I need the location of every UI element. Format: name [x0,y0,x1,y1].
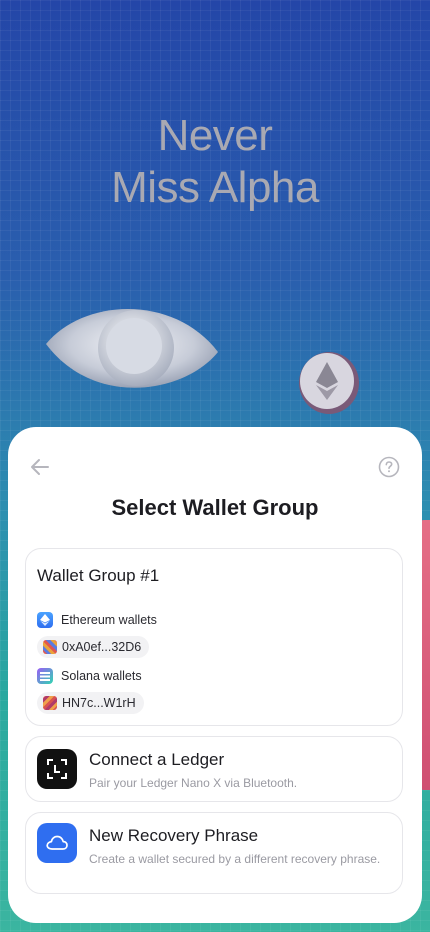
ethereum-wallets-row: Ethereum wallets [37,612,157,628]
cloud-icon-tile [37,823,77,863]
ledger-icon-tile [37,749,77,789]
select-wallet-sheet: Select Wallet Group Wallet Group #1 Ethe… [8,427,422,923]
question-circle-icon [378,456,400,478]
sheet-title: Select Wallet Group [111,495,319,520]
solana-address-pill: HN7c...W1rH [37,692,144,714]
hero-line-2: Miss Alpha [111,163,319,212]
hero-title: Never Miss Alpha [0,110,430,214]
connect-ledger-description: Pair your Ledger Nano X via Bluetooth. [89,776,298,790]
wallet-group-name: Wallet Group #1 [37,566,160,585]
help-button[interactable] [378,456,400,478]
ethereum-icon [37,612,53,628]
ethereum-address: 0xA0ef...32D6 [62,640,142,654]
solana-wallets-label: Solana wallets [61,669,142,683]
solana-address: HN7c...W1rH [62,696,136,710]
hero-line-1: Never [157,111,273,160]
solana-wallets-row: Solana wallets [37,668,142,684]
solana-icon [37,668,53,684]
wallet-avatar [43,696,57,710]
wallet-group-card[interactable]: Wallet Group #1 Ethereum wallets 0xA0ef.… [25,548,403,726]
new-recovery-phrase-title: New Recovery Phrase [89,826,259,845]
eye-illustration [46,308,218,388]
ledger-icon [47,759,67,779]
back-button[interactable] [29,456,51,478]
wallet-avatar [43,640,57,654]
ethereum-coin-illustration [299,352,359,414]
ethereum-address-pill: 0xA0ef...32D6 [37,636,150,658]
connect-ledger-option[interactable]: Connect a Ledger Pair your Ledger Nano X… [25,736,403,802]
arrow-left-icon [31,459,49,475]
new-recovery-phrase-option[interactable]: New Recovery Phrase Create a wallet secu… [25,812,403,894]
ethereum-wallets-label: Ethereum wallets [61,613,157,627]
cloud-icon [46,835,68,850]
connect-ledger-title: Connect a Ledger [89,750,225,769]
new-recovery-phrase-description: Create a wallet secured by a different r… [89,852,381,866]
